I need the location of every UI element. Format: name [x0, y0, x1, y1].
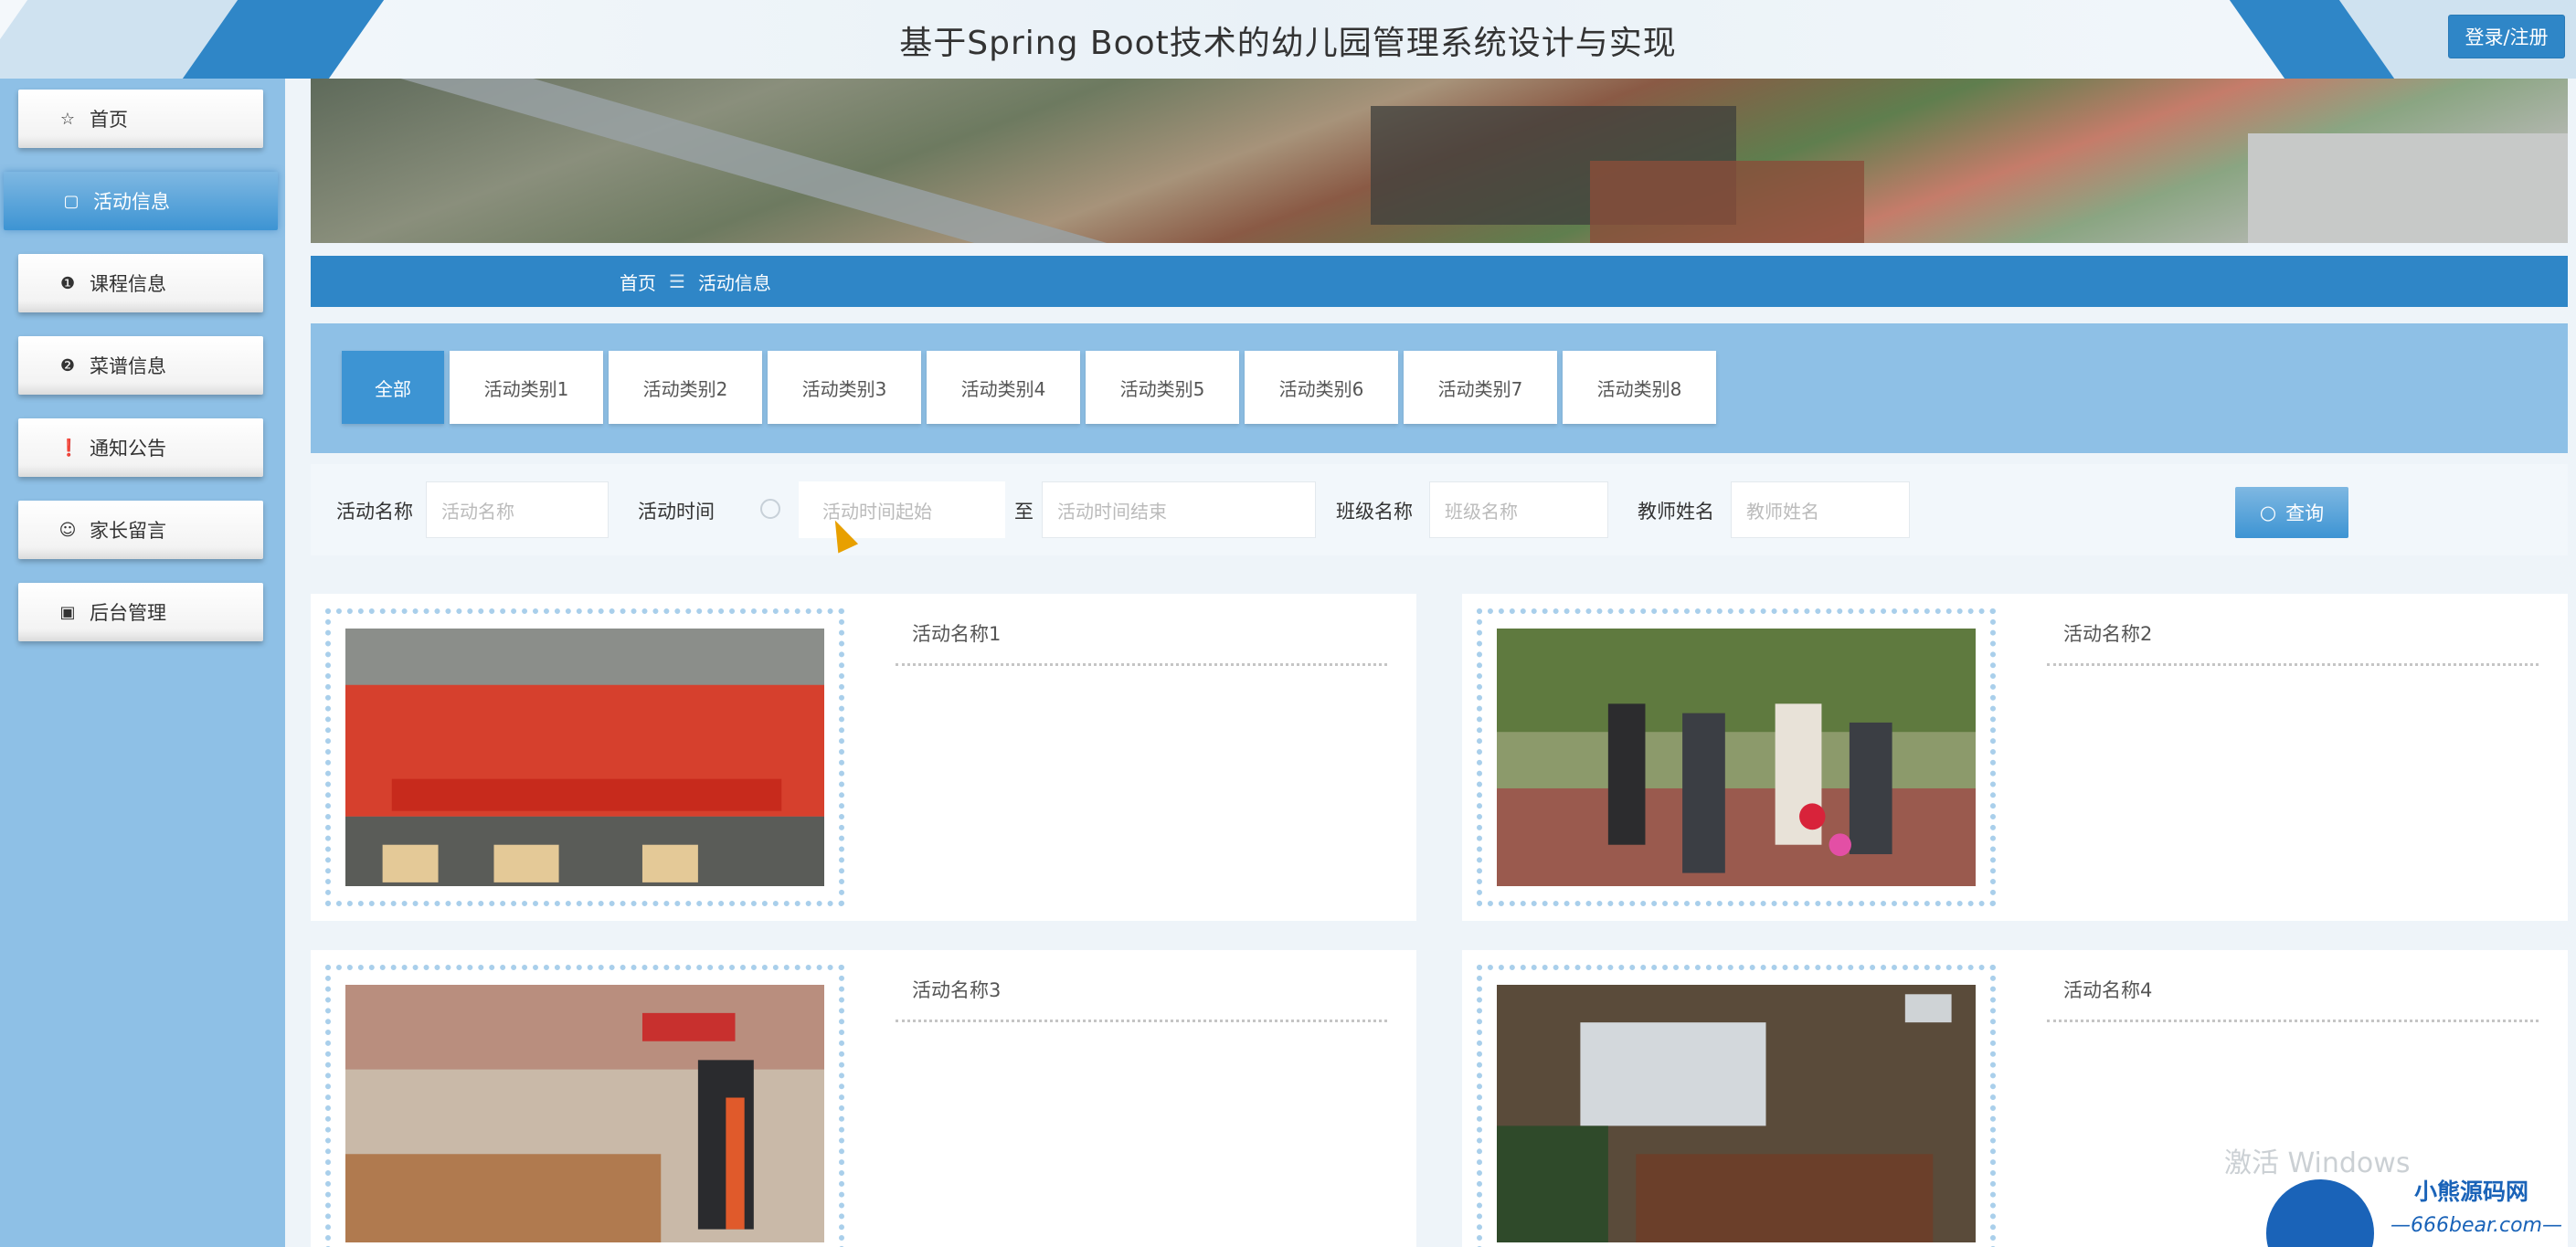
sidebar-item-label: 家长留言 [90, 520, 166, 542]
sidebar-item-label: 后台管理 [90, 602, 166, 624]
sidebar-item-label: 活动信息 [93, 191, 170, 213]
smile-icon: ☺ [58, 520, 77, 540]
watermark-site-name: 小熊源码网 [2414, 1178, 2529, 1205]
breadcrumb: 首页 ☰ 活动信息 [311, 256, 2568, 307]
site-title: 基于Spring Boot技术的幼儿园管理系统设计与实现 [899, 25, 1677, 62]
time-range-separator: 至 [1014, 501, 1034, 523]
activity-time-label: 活动时间 [638, 501, 715, 523]
watermark-site-url: —666bear.com— [2390, 1214, 2562, 1237]
bag-icon: ▢ [63, 191, 80, 211]
teacher-name-input[interactable]: 教师姓名 [1731, 481, 1910, 538]
tab-category-5[interactable]: 活动类别5 [1086, 351, 1239, 424]
header: 基于Spring Boot技术的幼儿园管理系统设计与实现 登录/注册 [0, 0, 2576, 79]
sidebar-item-label: 首页 [90, 109, 128, 131]
bear-logo-icon [2261, 1174, 2380, 1247]
divider [896, 663, 1387, 666]
search-bar: 活动名称 活动名称 活动时间 活动时间起始 至 活动时间结束 班级名称 班级名称… [311, 464, 2568, 555]
sidebar-item-admin[interactable]: ▣ 后台管理 [18, 583, 263, 641]
tab-category-1[interactable]: 活动类别1 [450, 351, 603, 424]
breadcrumb-separator-icon: ☰ [669, 270, 685, 292]
activity-name-label: 活动名称 [336, 501, 413, 523]
divider [2047, 663, 2539, 666]
activity-time-end-input[interactable]: 活动时间结束 [1042, 481, 1316, 538]
tab-category-2[interactable]: 活动类别2 [609, 351, 762, 424]
sidebar-item-course[interactable]: ❶ 课程信息 [18, 254, 263, 312]
tab-all[interactable]: 全部 [342, 351, 444, 424]
activity-image[interactable] [1497, 629, 1976, 886]
activity-image[interactable] [1497, 985, 1976, 1242]
sidebar-item-activity[interactable]: ▢ 活动信息 [4, 172, 278, 230]
banner-image-detail [2248, 133, 2568, 243]
activity-card[interactable]: 活动名称3 [311, 950, 1416, 1247]
class-name-label: 班级名称 [1336, 501, 1413, 523]
activity-image-frame [325, 965, 844, 1247]
banner-carousel[interactable] [311, 79, 2568, 243]
star-icon: ☆ [59, 109, 76, 129]
tab-category-8[interactable]: 活动类别8 [1563, 351, 1716, 424]
question-icon: ❷ [59, 355, 76, 375]
activity-card[interactable]: 活动名称2 [1462, 594, 2568, 921]
search-button-label: 查询 [2285, 502, 2325, 524]
divider [2047, 1020, 2539, 1022]
sidebar-item-label: 课程信息 [90, 273, 166, 295]
sidebar-item-label: 菜谱信息 [90, 355, 166, 377]
tab-category-7[interactable]: 活动类别7 [1404, 351, 1557, 424]
breadcrumb-current: 活动信息 [697, 271, 771, 294]
login-register-button[interactable]: 登录/注册 [2448, 15, 2565, 58]
activity-name[interactable]: 活动名称3 [912, 976, 1001, 1003]
activity-image-frame [1477, 965, 1996, 1247]
banner-image-detail [321, 79, 1123, 243]
activity-name[interactable]: 活动名称2 [2063, 619, 2152, 647]
activity-name[interactable]: 活动名称1 [912, 619, 1001, 647]
activity-image[interactable] [345, 985, 824, 1242]
sidebar-item-parent-message[interactable]: ☺ 家长留言 [18, 501, 263, 559]
clock-icon [760, 499, 780, 519]
divider [896, 1020, 1387, 1022]
sidebar-item-notice[interactable]: ❗ 通知公告 [18, 418, 263, 477]
activity-name-input[interactable]: 活动名称 [426, 481, 609, 538]
sidebar-item-home[interactable]: ☆ 首页 [18, 90, 263, 148]
activity-image-frame [325, 608, 844, 906]
activity-card[interactable]: 活动名称1 [311, 594, 1416, 921]
banner-image-detail [1590, 161, 1864, 243]
tab-category-6[interactable]: 活动类别6 [1245, 351, 1398, 424]
search-button[interactable]: ○ 查询 [2235, 487, 2348, 538]
sidebar: ☆ 首页 ▢ 活动信息 ❶ 课程信息 ❷ 菜谱信息 ❗ 通知公告 ☺ 家长留言 … [0, 79, 285, 1247]
activity-image[interactable] [345, 629, 824, 886]
sidebar-item-recipe[interactable]: ❷ 菜谱信息 [18, 336, 263, 395]
alert-icon: ❗ [58, 438, 80, 458]
category-tabs: 全部 活动类别1 活动类别2 活动类别3 活动类别4 活动类别5 活动类别6 活… [311, 323, 2568, 453]
info-icon: ❶ [59, 273, 76, 293]
sidebar-item-label: 通知公告 [90, 438, 166, 460]
calendar-icon: ▣ [59, 602, 76, 622]
site-watermark: 小熊源码网 —666bear.com— [2261, 1174, 2571, 1247]
tab-category-3[interactable]: 活动类别3 [768, 351, 921, 424]
breadcrumb-home[interactable]: 首页 [620, 269, 656, 295]
search-icon: ○ [2259, 502, 2277, 523]
teacher-name-label: 教师姓名 [1638, 501, 1714, 523]
class-name-input[interactable]: 班级名称 [1429, 481, 1608, 538]
activity-image-frame [1477, 608, 1996, 906]
tab-category-4[interactable]: 活动类别4 [927, 351, 1080, 424]
activity-name[interactable]: 活动名称4 [2063, 976, 2152, 1003]
